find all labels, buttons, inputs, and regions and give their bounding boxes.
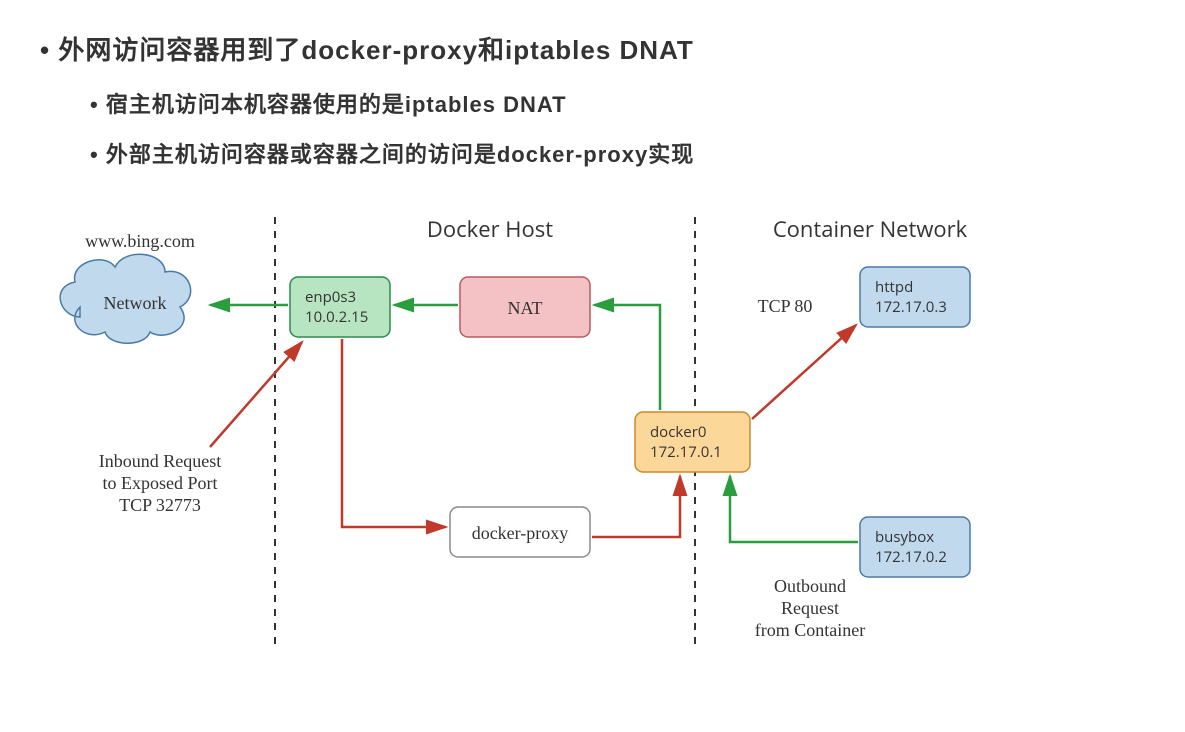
svg-text:TCP 32773: TCP 32773 [119, 495, 201, 515]
svg-text:from Container: from Container [755, 620, 865, 640]
nat-label: NAT [508, 298, 543, 318]
arrow-enp0s3-to-dockerproxy [342, 339, 446, 527]
docker-proxy-node: docker-proxy [450, 507, 590, 557]
httpd-ip: 172.17.0.3 [875, 297, 947, 317]
svg-text:Inbound Request: Inbound Request [99, 451, 221, 471]
network-cloud: Network [60, 254, 190, 343]
inbound-request-label: Inbound Request to Exposed Port TCP 3277… [99, 451, 221, 515]
enp0s3-node: enp0s3 10.0.2.15 [290, 277, 390, 337]
tcp80-label: TCP 80 [758, 296, 813, 316]
arrow-busybox-to-docker0 [730, 476, 858, 542]
external-url-label: www.bing.com [85, 231, 195, 251]
bullet-sub-2: 外部主机访问容器或容器之间的访问是docker-proxy实现 [90, 137, 1155, 169]
network-cloud-label: Network [104, 293, 167, 313]
container-network-header: Container Network [773, 214, 968, 244]
docker-proxy-label: docker-proxy [472, 523, 569, 543]
busybox-node: busybox 172.17.0.2 [860, 517, 970, 577]
httpd-name: httpd [875, 277, 913, 297]
docker0-node: docker0 172.17.0.1 [635, 412, 750, 472]
svg-text:Outbound: Outbound [774, 576, 846, 596]
enp0s3-ip: 10.0.2.15 [305, 307, 368, 327]
busybox-ip: 172.17.0.2 [875, 547, 947, 567]
docker0-name: docker0 [650, 422, 706, 442]
arrow-docker0-to-httpd [752, 325, 856, 419]
arrow-docker0-to-nat [594, 305, 660, 410]
httpd-node: httpd 172.17.0.3 [860, 267, 970, 327]
bullet-sub-1: 宿主机访问本机容器使用的是iptables DNAT [90, 87, 1155, 119]
outbound-request-label: Outbound Request from Container [755, 576, 865, 640]
docker-host-header: Docker Host [427, 214, 553, 244]
bullet-main: 外网访问容器用到了docker-proxy和iptables DNAT [40, 30, 1155, 67]
nat-node: NAT [460, 277, 590, 337]
svg-text:to Exposed Port: to Exposed Port [103, 473, 218, 493]
network-diagram: Docker Host Container Network www.bing.c… [30, 187, 1155, 672]
arrow-inbound-to-enp0s3 [210, 342, 302, 447]
busybox-name: busybox [875, 527, 934, 547]
svg-text:Request: Request [781, 598, 839, 618]
arrow-dockerproxy-to-docker0 [592, 476, 680, 537]
docker0-ip: 172.17.0.1 [650, 442, 722, 462]
enp0s3-name: enp0s3 [305, 287, 356, 307]
